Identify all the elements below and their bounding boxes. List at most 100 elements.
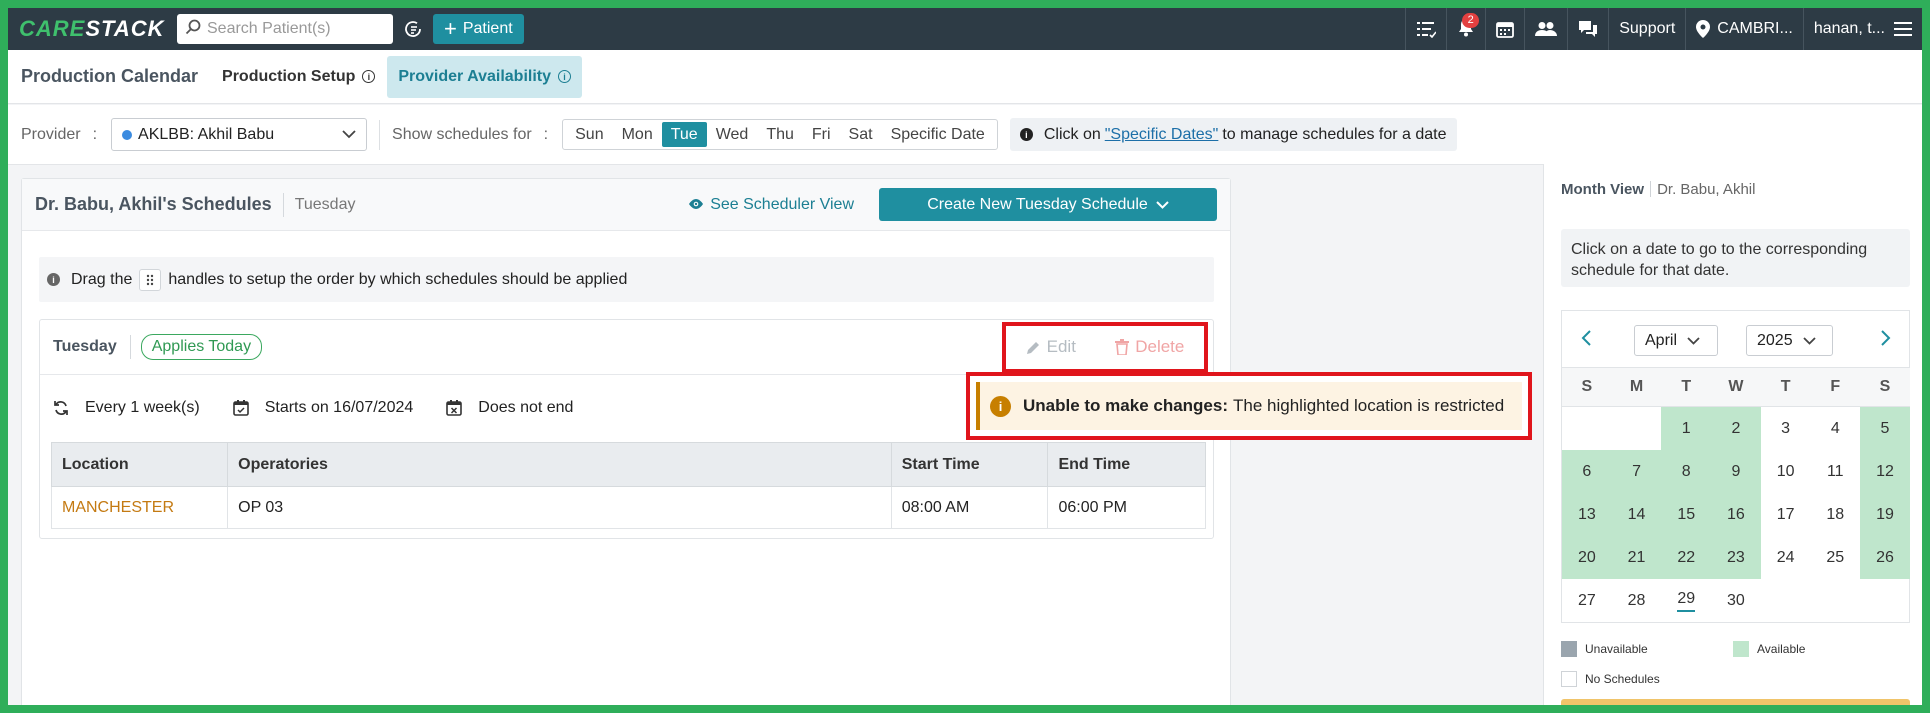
calendar-day[interactable]: 27 xyxy=(1562,579,1612,622)
month-calendar: April 2025 S M T W T F S 1 2 3 4 5 6 7 8 9 10 xyxy=(1561,310,1910,623)
calendar-day[interactable]: 6 xyxy=(1562,450,1612,493)
calendar-day-number: 18 xyxy=(1826,505,1845,523)
calendar-grid: S M T W T F S 1 2 3 4 5 6 7 8 9 10 11 12 13 14 15 16 17 1… xyxy=(1562,367,1910,622)
applies-today-badge: Applies Today xyxy=(140,334,263,360)
calendar-day[interactable]: 4 xyxy=(1810,407,1860,450)
calendar-icon[interactable] xyxy=(1485,8,1524,50)
task-list-icon[interactable] xyxy=(1405,8,1446,50)
show-schedules-label: Show schedules for: xyxy=(392,125,549,143)
calendar-day[interactable]: 11 xyxy=(1810,450,1860,493)
location-pin-icon xyxy=(1696,20,1711,38)
dow-label: T xyxy=(1661,367,1712,407)
day-sun[interactable]: Sun xyxy=(566,122,612,147)
calendar-day[interactable]: 23 xyxy=(1711,536,1761,579)
calendar-day[interactable]: 9 xyxy=(1711,450,1761,493)
day-wed[interactable]: Wed xyxy=(707,122,758,147)
calendar-day[interactable]: 28 xyxy=(1612,579,1662,622)
col-start-time: Start Time xyxy=(890,442,1049,487)
calendar-day[interactable]: 18 xyxy=(1810,493,1860,536)
month-select[interactable]: April xyxy=(1634,325,1718,356)
chevron-right-icon[interactable] xyxy=(1880,329,1892,352)
dow-label: T xyxy=(1760,367,1811,407)
calendar-day[interactable]: 10 xyxy=(1761,450,1811,493)
tab-production-setup[interactable]: Production Setup i xyxy=(222,68,376,86)
calendar-day[interactable]: 15 xyxy=(1661,493,1712,536)
calendar-day[interactable]: 2 xyxy=(1711,407,1761,450)
calendar-day[interactable]: 17 xyxy=(1761,493,1811,536)
day-tue[interactable]: Tue xyxy=(661,122,707,147)
patient-search[interactable] xyxy=(177,14,393,44)
calendar-day[interactable]: 26 xyxy=(1860,536,1910,579)
calendar-day-number: 16 xyxy=(1727,505,1745,523)
calendar-end-icon xyxy=(446,399,470,416)
tab-provider-availability[interactable]: Provider Availability i xyxy=(387,55,583,98)
table-header-row: Location Operatories Start Time End Time xyxy=(50,442,1206,487)
calendar-day[interactable]: 19 xyxy=(1860,493,1910,536)
calendar-day[interactable]: 12 xyxy=(1860,450,1910,493)
specific-dates-link[interactable]: "Specific Dates" xyxy=(1105,126,1219,144)
edit-button[interactable]: Edit xyxy=(1026,337,1076,357)
info-icon: i xyxy=(1019,128,1033,141)
create-new-schedule-button[interactable]: Create New Tuesday Schedule xyxy=(879,188,1217,221)
calendar-day[interactable]: 3 xyxy=(1761,407,1811,450)
calendar-day[interactable]: 7 xyxy=(1611,450,1662,493)
day-sat[interactable]: Sat xyxy=(840,122,882,147)
add-patient-button[interactable]: + Patient xyxy=(433,14,524,44)
calendar-day[interactable]: 29 xyxy=(1661,579,1711,622)
chevron-left-icon[interactable] xyxy=(1580,329,1592,352)
info-icon: i xyxy=(558,70,572,83)
see-scheduler-view-link[interactable]: See Scheduler View xyxy=(689,196,854,214)
calendar-day[interactable]: 14 xyxy=(1611,493,1662,536)
provider-color-dot xyxy=(122,129,133,140)
calendar-day[interactable]: 22 xyxy=(1661,536,1712,579)
delete-button[interactable]: Delete xyxy=(1115,337,1184,357)
day-fri[interactable]: Fri xyxy=(803,122,840,147)
calendar-day[interactable]: 20 xyxy=(1562,536,1612,579)
chat-icon[interactable] xyxy=(1567,8,1608,50)
calendar-day[interactable]: 30 xyxy=(1711,579,1761,622)
carestack-logo[interactable]: CARESTACK xyxy=(19,16,169,42)
calendar-day-number: 6 xyxy=(1582,462,1592,480)
calendar-day[interactable]: 24 xyxy=(1761,536,1811,579)
search-input[interactable] xyxy=(207,20,387,38)
calendar-day[interactable]: 21 xyxy=(1611,536,1662,579)
calendar-day-number: 27 xyxy=(1577,591,1596,609)
day-specific-date[interactable]: Specific Date xyxy=(882,122,994,147)
calendar-day[interactable]: 1 xyxy=(1661,407,1712,450)
schedules-panel: Dr. Babu, Akhil's Schedules Tuesday See … xyxy=(21,178,1532,705)
provider-dropdown[interactable]: AKLBB: Akhil Babu xyxy=(111,118,368,151)
calendar-nav: April 2025 xyxy=(1562,311,1909,367)
patient-lookup-icon[interactable] xyxy=(399,15,427,43)
legend-unavailable: Unavailable xyxy=(1561,641,1648,657)
year-select[interactable]: 2025 xyxy=(1746,325,1833,356)
calendar-day[interactable]: 5 xyxy=(1860,407,1910,450)
user-menu[interactable]: hanan, t... xyxy=(1802,8,1922,50)
chevron-down-icon xyxy=(342,126,356,144)
filter-bar: Provider: AKLBB: Akhil Babu Show schedul… xyxy=(8,105,1922,165)
menu-icon xyxy=(1894,22,1912,36)
calendar-day-number: 21 xyxy=(1627,548,1646,566)
schedule-card: Tuesday Applies Today Edit Delete Every … xyxy=(39,319,1532,539)
schedules-title: Dr. Babu, Akhil's Schedules xyxy=(35,194,272,214)
trash-icon xyxy=(1115,339,1130,355)
calendar-day[interactable]: 16 xyxy=(1711,493,1761,536)
end-date-info: Does not end xyxy=(446,399,573,417)
location-selector[interactable]: CAMBRI... xyxy=(1685,8,1803,50)
calendar-day-number: 11 xyxy=(1826,462,1844,480)
search-icon xyxy=(185,19,201,40)
day-mon[interactable]: Mon xyxy=(613,122,662,147)
calendar-day-number: 22 xyxy=(1677,548,1696,566)
page-title: Production Calendar xyxy=(21,66,199,86)
day-thu[interactable]: Thu xyxy=(757,122,803,147)
calendar-day[interactable]: 25 xyxy=(1810,536,1860,579)
col-location: Location xyxy=(50,442,229,487)
notifications-button[interactable]: 2 xyxy=(1446,8,1485,50)
calendar-day[interactable]: 13 xyxy=(1562,493,1612,536)
users-icon[interactable] xyxy=(1524,8,1567,50)
chevron-down-icon xyxy=(1802,332,1816,350)
month-view-hint: Click on a date to go to the correspondi… xyxy=(1561,229,1910,287)
support-link[interactable]: Support xyxy=(1608,8,1685,50)
calendar-day[interactable]: 8 xyxy=(1661,450,1712,493)
legend-no-schedules: No Schedules xyxy=(1561,671,1660,687)
schedules-header: Dr. Babu, Akhil's Schedules Tuesday See … xyxy=(22,179,1230,231)
